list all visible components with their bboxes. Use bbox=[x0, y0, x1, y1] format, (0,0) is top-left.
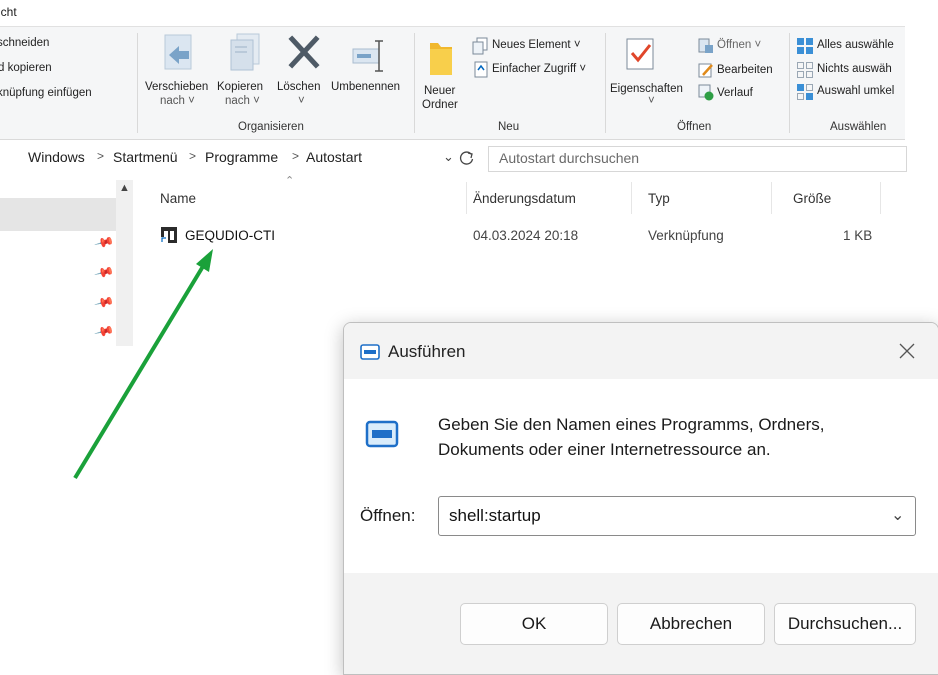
run-app-icon bbox=[360, 344, 380, 360]
dialog-footer: OK Abbrechen Durchsuchen... bbox=[344, 573, 938, 674]
open-label: Öffnen: bbox=[360, 506, 416, 525]
dialog-titlebar[interactable]: Ausführen bbox=[344, 323, 938, 379]
ok-button[interactable]: OK bbox=[460, 603, 608, 645]
browse-button[interactable]: Durchsuchen... bbox=[774, 603, 916, 645]
dialog-message-line2: Dokuments oder einer Internetressource a… bbox=[438, 440, 771, 459]
command-input[interactable]: shell:startup bbox=[449, 506, 541, 526]
cancel-button[interactable]: Abbrechen bbox=[617, 603, 765, 645]
dialog-body: Geben Sie den Namen eines Programms, Ord… bbox=[344, 379, 938, 573]
dialog-message-line1: Geben Sie den Namen eines Programms, Ord… bbox=[438, 415, 825, 434]
close-icon[interactable] bbox=[898, 342, 916, 360]
chevron-down-icon[interactable]: ⌄ bbox=[891, 505, 904, 525]
dialog-title: Ausführen bbox=[388, 342, 466, 361]
command-combobox[interactable]: shell:startup ⌄ bbox=[438, 496, 916, 536]
run-dialog: Ausführen Geben Sie den Namen eines Prog… bbox=[343, 322, 938, 675]
run-large-icon bbox=[365, 420, 399, 448]
